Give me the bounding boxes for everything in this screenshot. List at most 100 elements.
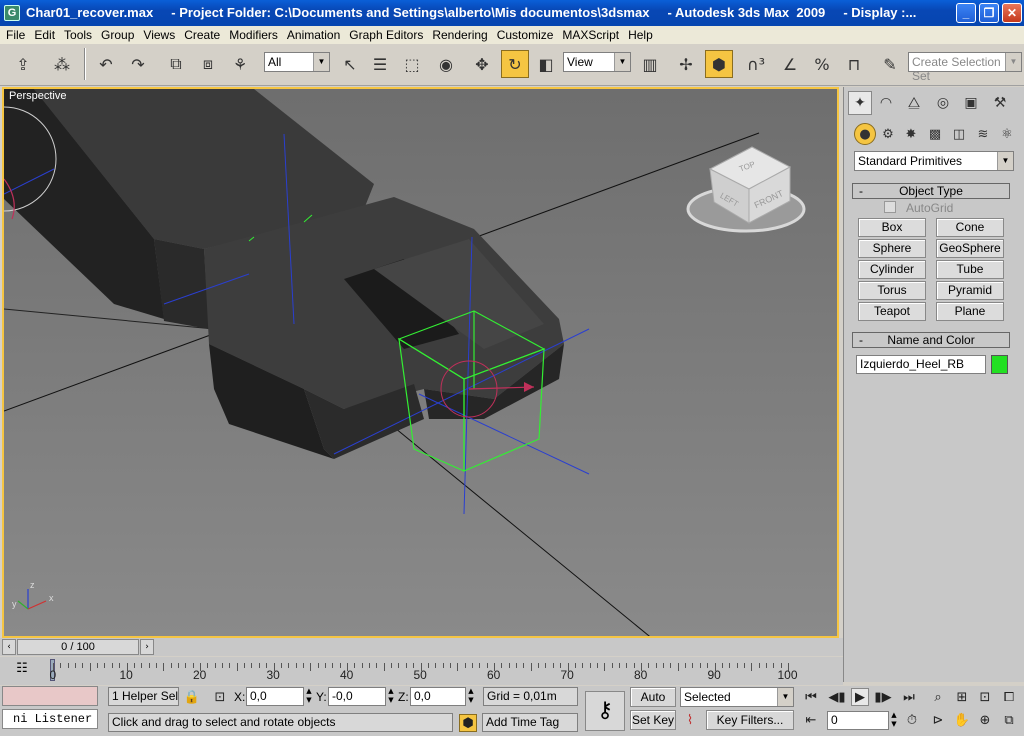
hierarchy-tab-icon[interactable]: ⧋	[902, 91, 926, 115]
named-selection-icon[interactable]: ⁂	[48, 50, 76, 78]
viewport-label[interactable]: Perspective	[9, 90, 66, 102]
menu-file[interactable]: File	[6, 26, 25, 42]
cameras-icon[interactable]: ▩	[924, 123, 946, 145]
named-selection-set-dropdown[interactable]: Create Selection Set ▼	[908, 52, 1022, 83]
menu-edit[interactable]: Edit	[34, 26, 55, 42]
select-object-icon[interactable]: ↖	[336, 50, 364, 78]
x-spinner[interactable]: ▲ ▼	[304, 687, 314, 706]
zoom-extents-icon[interactable]: ⊡	[976, 688, 994, 706]
track-bar[interactable]: ☷ 0 10 20 30 40 50 60 70 80 90 100	[0, 657, 843, 685]
maxscript-mini-listener-pink[interactable]	[2, 686, 98, 706]
snaps-stack-icon[interactable]: ⇪	[9, 50, 37, 78]
object-name-input[interactable]: Izquierdo_Heel_RB	[856, 355, 986, 374]
select-by-name-icon[interactable]: ☰	[366, 50, 394, 78]
pivot-center-icon[interactable]: ▥	[636, 50, 664, 78]
set-key-icon[interactable]: ⚷	[585, 691, 625, 731]
geosphere-button[interactable]: GeoSphere	[936, 239, 1004, 258]
object-color-swatch[interactable]	[991, 355, 1008, 374]
object-category-dropdown[interactable]: Standard Primitives ▼	[854, 151, 1014, 171]
auto-key-button[interactable]: Auto Key	[630, 687, 676, 722]
autogrid-checkbox[interactable]	[884, 201, 896, 213]
curve-editor-icon[interactable]: ☷	[12, 661, 32, 679]
y-coordinate-input[interactable]: -0,0	[328, 687, 386, 706]
teapot-button[interactable]: Teapot	[858, 302, 926, 321]
y-spinner[interactable]: ▲ ▼	[386, 687, 396, 706]
edit-named-selection-icon[interactable]: ✎	[876, 50, 904, 78]
utilities-tab-icon[interactable]: ⚒	[988, 91, 1012, 115]
angle-snap-icon[interactable]: ∠	[776, 50, 804, 78]
key-mode-toggle-icon[interactable]: ⇤	[802, 711, 820, 729]
pan-view-icon[interactable]: ✋	[953, 711, 971, 729]
select-and-link-icon[interactable]: ⧉	[162, 50, 190, 78]
tube-button[interactable]: Tube	[936, 260, 1004, 279]
maxscript-mini-listener[interactable]: ni Listener	[2, 709, 98, 729]
menu-animation[interactable]: Animation	[287, 26, 340, 42]
name-and-color-rollout-header[interactable]: - Name and Color	[852, 332, 1010, 348]
time-next-icon[interactable]: ›	[140, 639, 154, 655]
bind-to-space-warp-icon[interactable]: ⚘	[226, 50, 254, 78]
geometry-icon[interactable]: ●	[854, 123, 876, 145]
plane-button[interactable]: Plane	[936, 302, 1004, 321]
select-and-manipulate-icon[interactable]: ✢	[672, 50, 700, 78]
time-slider[interactable]: 0 / 100	[17, 639, 139, 655]
rectangular-selection-icon[interactable]: ⬚	[398, 50, 426, 78]
current-frame-input[interactable]: 0	[827, 711, 889, 730]
add-time-tag-button[interactable]: Add Time Tag	[482, 713, 578, 732]
time-configuration-icon[interactable]: ⏱	[903, 711, 921, 729]
key-filters-button[interactable]: Key Filters...	[706, 710, 794, 730]
close-button[interactable]: ✕	[1002, 3, 1022, 23]
play-icon[interactable]: ▶	[851, 688, 869, 706]
spinner-snap-icon[interactable]: ⊓	[840, 50, 868, 78]
reference-coordinate-dropdown[interactable]: View ▼	[563, 52, 631, 72]
torus-button[interactable]: Torus	[858, 281, 926, 300]
pyramid-button[interactable]: Pyramid	[936, 281, 1004, 300]
z-coordinate-input[interactable]: 0,0	[410, 687, 466, 706]
selection-lock-icon[interactable]: 🔒	[183, 688, 201, 706]
app-icon[interactable]: G	[4, 5, 20, 21]
time-tag-icon[interactable]: ⬢	[459, 714, 477, 732]
menu-modifiers[interactable]: Modifiers	[229, 26, 278, 42]
frame-spinner[interactable]: ▲ ▼	[889, 711, 899, 730]
go-to-start-icon[interactable]: ⏮	[802, 688, 820, 706]
absolute-mode-icon[interactable]: ⊡	[211, 688, 229, 706]
x-coordinate-input[interactable]: 0,0	[246, 687, 304, 706]
shapes-icon[interactable]: ⚙	[877, 123, 899, 145]
motion-tab-icon[interactable]: ◎	[931, 91, 955, 115]
menu-graph-editors[interactable]: Graph Editors	[349, 26, 423, 42]
zoom-all-icon[interactable]: ⊞	[953, 688, 971, 706]
box-button[interactable]: Box	[858, 218, 926, 237]
set-key-button[interactable]: Set Key	[630, 710, 676, 730]
time-prev-icon[interactable]: ‹	[2, 639, 16, 655]
select-and-scale-icon[interactable]: ◧	[532, 50, 560, 78]
menu-maxscript[interactable]: MAXScript	[562, 26, 619, 42]
menu-rendering[interactable]: Rendering	[432, 26, 487, 42]
orbit-icon[interactable]: ⊕	[976, 711, 994, 729]
menu-tools[interactable]: Tools	[64, 26, 92, 42]
object-type-rollout-header[interactable]: - Object Type	[852, 183, 1010, 199]
previous-frame-icon[interactable]: ◀▮	[828, 688, 846, 706]
systems-icon[interactable]: ⚛	[996, 123, 1018, 145]
cone-button[interactable]: Cone	[936, 218, 1004, 237]
selection-filter-dropdown[interactable]: All ▼	[264, 52, 330, 72]
maximize-viewport-icon[interactable]: ⧉	[1000, 711, 1018, 729]
perspective-viewport[interactable]: TOP LEFT FRONT z x y Perspective	[2, 87, 839, 638]
helpers-icon[interactable]: ◫	[948, 123, 970, 145]
z-spinner[interactable]: ▲ ▼	[466, 687, 476, 706]
select-and-rotate-icon[interactable]: ↻	[501, 50, 529, 78]
zoom-icon[interactable]: ⌕	[929, 688, 947, 706]
create-tab-icon[interactable]: ✦	[848, 91, 872, 115]
menu-help[interactable]: Help	[628, 26, 653, 42]
lights-icon[interactable]: ✸	[900, 123, 922, 145]
go-to-end-icon[interactable]: ⏭	[900, 688, 918, 706]
menu-views[interactable]: Views	[143, 26, 175, 42]
keyboard-shortcut-override-icon[interactable]: ⬢	[705, 50, 733, 78]
space-warps-icon[interactable]: ≋	[972, 123, 994, 145]
zoom-extents-all-icon[interactable]: ⧠	[1000, 688, 1018, 706]
menu-customize[interactable]: Customize	[497, 26, 554, 42]
select-and-move-icon[interactable]: ✥	[468, 50, 496, 78]
redo-icon[interactable]: ↷	[124, 50, 152, 78]
menu-group[interactable]: Group	[101, 26, 134, 42]
sphere-button[interactable]: Sphere	[858, 239, 926, 258]
snaps-toggle-icon[interactable]: ∩³	[742, 50, 770, 78]
modify-tab-icon[interactable]: ◠	[874, 91, 898, 115]
